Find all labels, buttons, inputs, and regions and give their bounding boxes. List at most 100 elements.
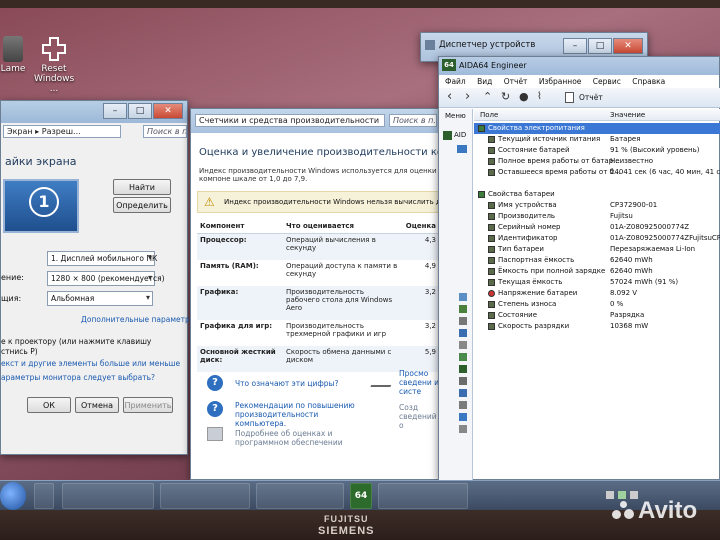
field-value: 10368 mW [610,322,649,331]
field-label: Текущий источник питания [498,135,601,144]
text-size-link[interactable]: екст и другие элементы больше или меньше [1,359,180,368]
desktop-icon-lame[interactable]: Lame [0,36,26,74]
field-value: 62640 mWh [610,256,653,265]
search-input[interactable]: Поиск в п... [389,114,437,127]
report-button[interactable]: Отчёт [579,93,603,102]
full-time-icon [488,157,495,165]
menu-view[interactable]: Вид [477,77,492,86]
address-bar[interactable]: Счетчики и средства производительности [195,114,385,127]
field-value: 01A-Z080925000774ZFujitsuCP372 [610,234,720,243]
score-cell: 4,9 [424,261,436,270]
tree-node-icon[interactable] [459,425,467,433]
cancel-button[interactable]: Отмена [75,397,119,413]
monitor-preview[interactable]: 1 [3,179,79,233]
taskbar-item-window[interactable] [62,483,154,509]
column-headers: Поле Значение [474,109,720,121]
menu-favorites[interactable]: Избранное [539,77,582,86]
tree-node-root[interactable]: AID [454,131,466,139]
tree-node-icon[interactable] [459,341,467,349]
tree-node-icon[interactable] [459,401,467,409]
maximize-button[interactable]: □ [128,103,152,119]
taskbar-item-display[interactable] [160,483,250,509]
display-select[interactable]: 1. Дисплей мобильного ПК [47,251,157,266]
chart-icon[interactable]: ⌇ [537,91,542,102]
close-button[interactable]: ✕ [613,38,643,54]
ok-button[interactable]: ОК [27,397,71,413]
computer-node-icon[interactable] [457,145,467,153]
brand-logo: FUJITSU SIEMENS [318,514,375,537]
close-button[interactable]: ✕ [153,103,183,119]
tree-node-icon[interactable] [459,317,467,325]
table-row: Память (RAM): Операций доступа к памяти … [197,260,439,286]
application-icon [3,36,23,62]
list-item[interactable]: Идентификатор 01A-Z080925000774ZFujitsuCP… [474,233,720,244]
tree-node-icon[interactable] [459,305,467,313]
field-label: Производитель [498,212,556,221]
menu-tab[interactable]: Меню [445,112,466,120]
battery-status-icon [488,146,495,154]
orientation-select[interactable]: Альбомная [47,291,153,306]
rated-cell: Операций доступа к памяти в секунду [286,261,398,278]
what-scores-mean-link[interactable]: Что означают эти цифры? [235,379,338,388]
address-bar[interactable]: Экран ▸ Разреш... [3,125,121,138]
resolution-select[interactable]: 1280 × 800 (рекомендуется) [47,271,165,286]
up-icon[interactable]: ⌃ [483,90,492,103]
aida64-logo-icon: 64 [442,59,456,71]
watermark-text: Avito [638,497,698,524]
detect-button[interactable]: Найти [113,179,171,195]
voltage-icon [488,289,495,297]
field-value: Батарея [610,135,641,144]
maximize-button[interactable]: □ [588,38,612,54]
address-root[interactable]: Экран [7,127,33,136]
group-label: Свойства батареи [488,190,555,199]
refresh-icon[interactable]: ↻ [501,90,510,103]
report-icon[interactable] [565,92,574,103]
address-leaf[interactable]: Разреш... [42,127,81,136]
performance-tips-link[interactable]: Рекомендации по повышению производительн… [235,401,365,428]
create-details-link[interactable]: Созд сведений о [399,403,439,430]
column-header-value[interactable]: Значение [610,111,645,119]
desktop-icon-reset-windows[interactable]: Reset Windows ... [34,36,74,94]
group-header-power[interactable]: Свойства электропитания [474,123,720,134]
field-label: Тип батареи [498,245,544,254]
forward-icon[interactable]: › [465,89,470,104]
tree-node-icon[interactable] [459,329,467,337]
minimize-button[interactable]: – [103,103,127,119]
score-cell: 5,9 [424,347,436,356]
menu-report[interactable]: Отчёт [504,77,528,86]
tree-node-icon[interactable] [459,365,467,373]
user-icon[interactable]: ● [519,90,529,103]
field-value: CP372900-01 [610,201,658,210]
details-link[interactable]: Подробнее об оценках и программном обесп… [235,429,355,447]
taskbar-item-aida64[interactable]: 64 [350,483,372,509]
start-button[interactable] [0,482,26,510]
taskbar-item-performance[interactable] [256,483,344,509]
taskbar-item-explorer[interactable] [34,483,54,509]
help-icon: ? [207,401,223,417]
component-cell: Основной жесткий диск: [200,347,276,364]
monitor-settings-link[interactable]: араметры монитора следует выбрать? [1,373,155,382]
table-row: Процессор: Операций вычисления в секунду… [197,233,439,260]
advanced-settings-link[interactable]: Дополнительные параметры [81,315,196,324]
tree-node-icon[interactable] [459,389,467,397]
menu-help[interactable]: Справка [632,77,665,86]
field-label: Состояние батарей [498,146,570,155]
menu-tools[interactable]: Сервис [593,77,621,86]
column-header-field[interactable]: Поле [480,111,498,119]
search-input[interactable]: Поиск в пан... [143,125,187,138]
device-manager-icon [425,40,435,50]
tree-node-icon[interactable] [459,353,467,361]
tree-node-icon[interactable] [459,293,467,301]
tree-node-icon[interactable] [459,413,467,421]
identifier-icon [488,234,495,242]
tree-node-icon[interactable] [459,377,467,385]
help-icon: ? [207,375,223,391]
rated-cell: Производительность рабочего стола для Wi… [286,287,393,312]
minimize-button[interactable]: – [563,38,587,54]
back-icon[interactable]: ‹ [447,89,452,104]
view-details-link[interactable]: Просмо сведени и систе [399,369,439,396]
taskbar-item-device-manager[interactable] [378,483,468,509]
apply-button[interactable]: Применить [123,397,173,413]
menu-file[interactable]: Файл [445,77,466,86]
identify-button[interactable]: Определить [113,197,171,213]
